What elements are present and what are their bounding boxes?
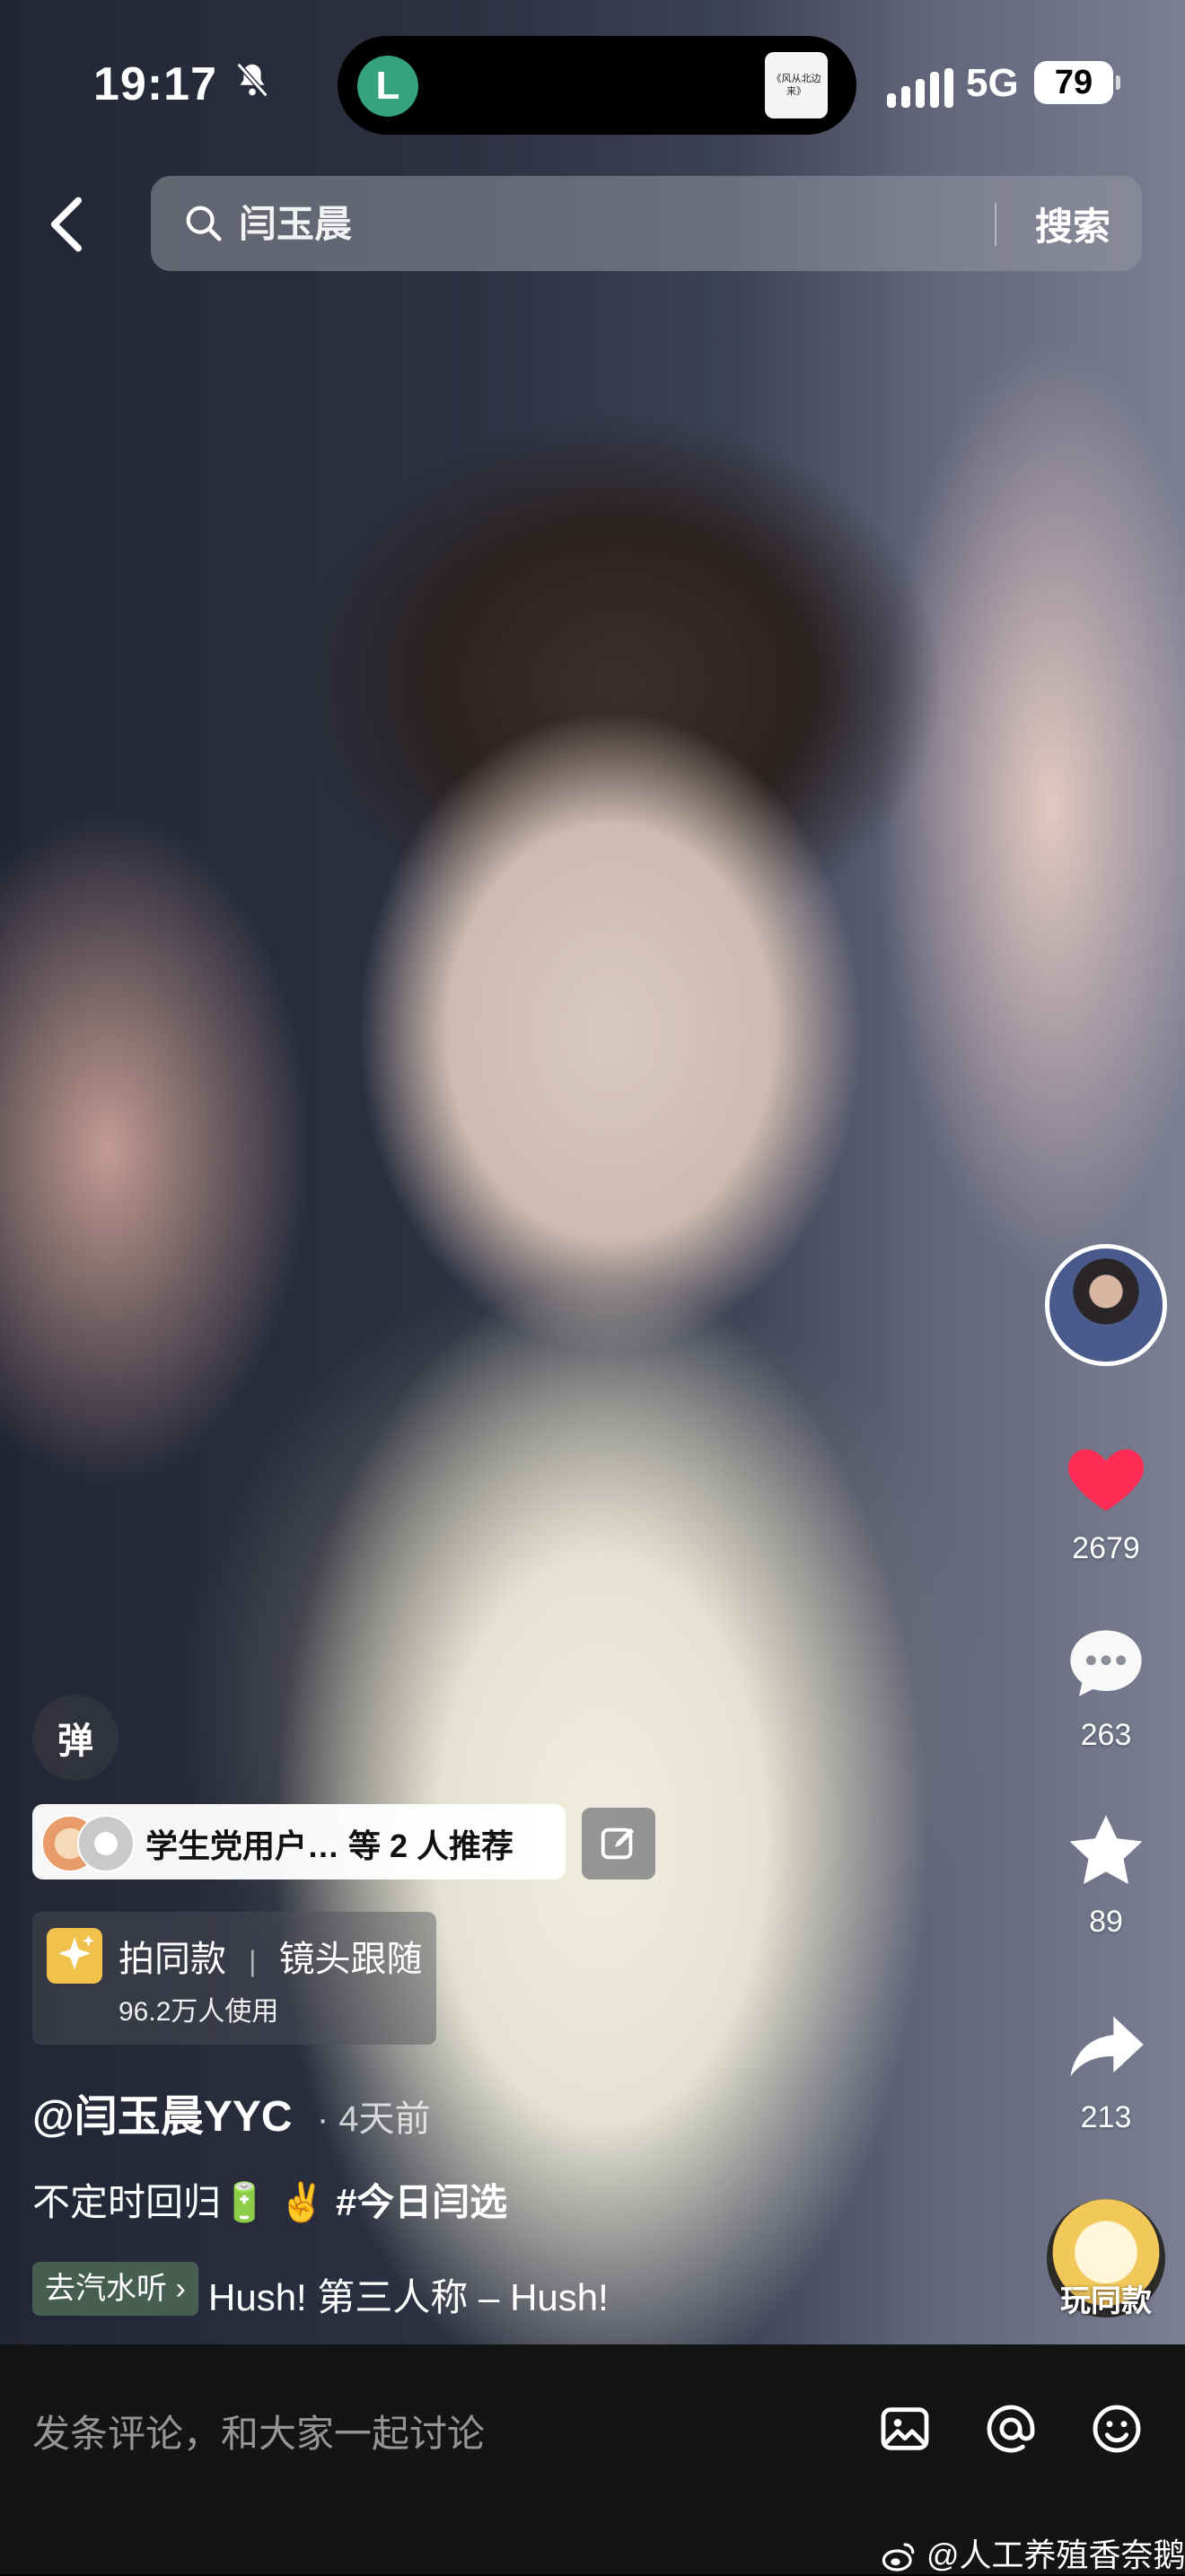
search-button[interactable]: 搜索 xyxy=(1014,176,1131,271)
network-type: 5G xyxy=(966,61,1019,105)
shoot-same-title: 拍同款 | 镜头跟随 xyxy=(118,1930,423,1982)
shoot-same-label: 拍同款 xyxy=(118,1940,226,1979)
favorite-count: 89 xyxy=(1089,1905,1123,1939)
dynamic-island[interactable]: L 《风从北边来》 xyxy=(338,36,856,135)
author-name[interactable]: @闫玉晨YYC xyxy=(32,2093,293,2141)
share-button[interactable]: 213 xyxy=(1041,2002,1171,2135)
image-icon[interactable] xyxy=(876,2400,934,2458)
search-icon xyxy=(186,206,222,241)
separator: | xyxy=(249,1945,257,1977)
shoot-same-card[interactable]: 拍同款 | 镜头跟随 96.2万人使用 xyxy=(32,1912,436,2045)
signal-icon xyxy=(887,68,953,108)
comment-button[interactable]: 263 xyxy=(1041,1619,1171,1753)
back-chevron-icon[interactable] xyxy=(36,190,93,258)
weibo-icon xyxy=(882,2543,915,2572)
caption-text: 不定时回归🔋 ✌️ xyxy=(32,2181,326,2223)
danmaku-toggle[interactable]: 弹 xyxy=(32,1695,118,1781)
play-same-label[interactable]: 玩同款 xyxy=(1040,2276,1172,2320)
open-music-app-button[interactable]: 去汽水听 › xyxy=(32,2262,198,2316)
island-app-icon[interactable]: L xyxy=(357,56,418,117)
emoji-icon[interactable] xyxy=(1088,2400,1146,2458)
bell-slash-icon xyxy=(236,62,268,98)
camera-effect-label: 镜头跟随 xyxy=(278,1940,423,1979)
search-divider xyxy=(995,203,996,246)
sparkle-icon xyxy=(47,1928,102,1984)
star-icon xyxy=(1069,1815,1143,1885)
search-input[interactable] xyxy=(237,194,779,255)
author-line: @闫玉晨YYC · 4天前 xyxy=(32,2081,431,2143)
author-avatar[interactable] xyxy=(1045,1244,1167,1366)
comment-input[interactable]: 发条评论，和大家一起讨论 xyxy=(32,2404,485,2458)
music-title[interactable]: Hush! 第三人称 – Hush! xyxy=(208,2267,609,2322)
watermark: @人工养殖香奈鹅 xyxy=(880,2529,1185,2576)
caption: 不定时回归🔋 ✌️ #今日闫选 xyxy=(32,2172,507,2227)
recommend-text: 学生党用户… 等 2 人推荐 xyxy=(145,1827,514,1864)
edit-icon xyxy=(601,1827,635,1860)
music-row[interactable]: Hush! 第三人称 – Hush! 去汽水听 › xyxy=(32,2262,1002,2318)
edit-button[interactable] xyxy=(582,1808,655,1879)
usage-count: 96.2万人使用 xyxy=(118,1997,279,2027)
battery-indicator: 79 xyxy=(1034,61,1120,104)
at-icon[interactable] xyxy=(982,2400,1040,2458)
comment-count: 263 xyxy=(1080,1718,1132,1752)
share-count: 213 xyxy=(1080,2100,1132,2134)
search-bar[interactable]: 搜索 xyxy=(151,176,1142,271)
post-time: · 4天前 xyxy=(316,2099,431,2139)
like-button[interactable]: 2679 xyxy=(1041,1433,1171,1566)
recommend-chip[interactable]: 学生党用户… 等 2 人推荐 xyxy=(32,1804,566,1879)
favorite-button[interactable]: 89 xyxy=(1041,1806,1171,1940)
status-bar: 19:17 L 《风从北边来》 5G 79 xyxy=(0,36,1185,135)
hashtag-link[interactable]: #今日闫选 xyxy=(336,2181,507,2223)
status-time: 19:17 xyxy=(93,58,217,110)
share-arrow-icon xyxy=(1070,2016,1144,2077)
island-media-thumbnail[interactable]: 《风从北边来》 xyxy=(765,52,828,118)
watermark-text: @人工养殖香奈鹅 xyxy=(926,2537,1185,2573)
comment-bubble-icon xyxy=(1070,1630,1142,1696)
heart-icon xyxy=(1067,1449,1145,1511)
recommender-avatar xyxy=(77,1815,135,1872)
like-count: 2679 xyxy=(1072,1531,1140,1565)
